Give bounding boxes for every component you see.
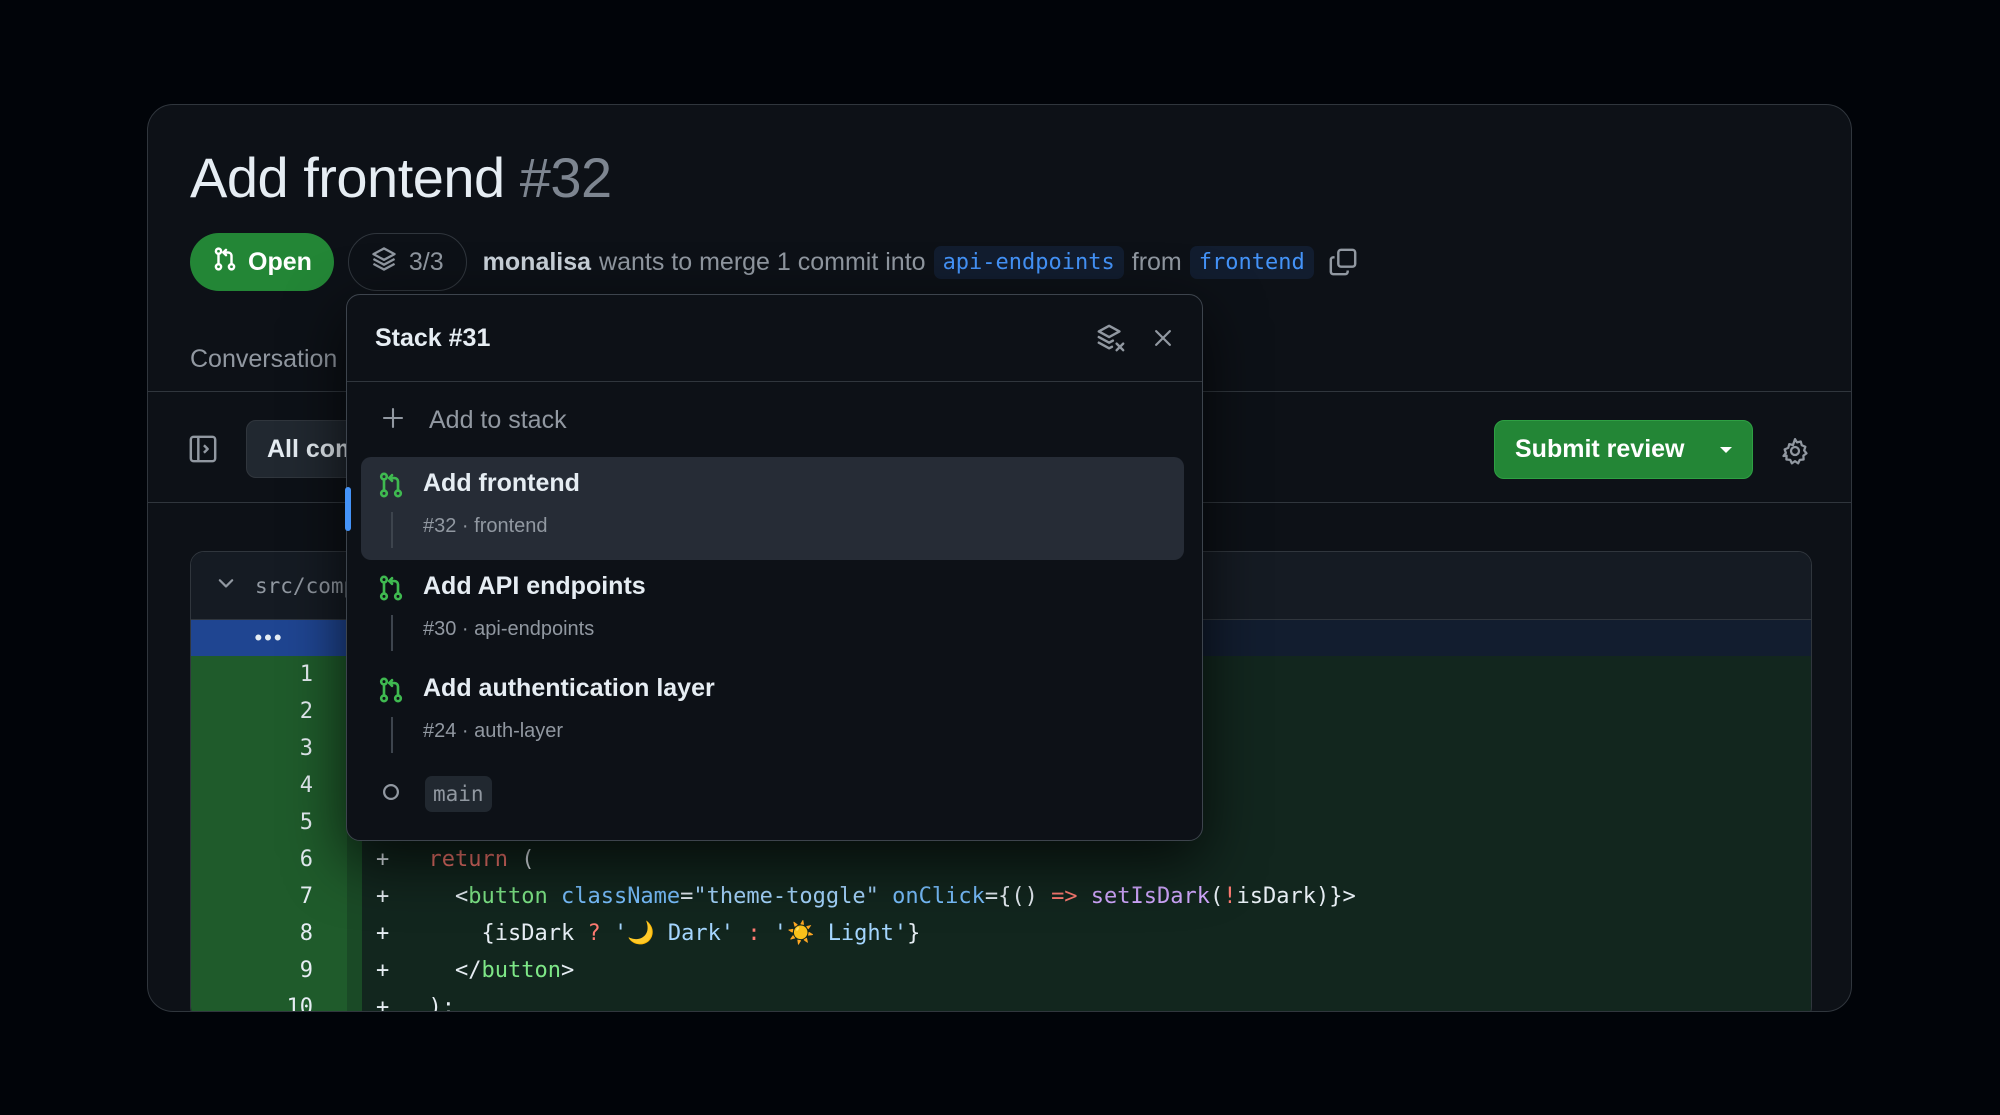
code-line: 9 + </button> (191, 952, 1811, 989)
copy-icon[interactable] (1328, 247, 1358, 277)
stack-item-title: Add authentication layer (423, 674, 715, 702)
chevron-down-icon[interactable] (1700, 421, 1752, 478)
diff-sign: + (376, 884, 390, 909)
expand-hunk-button[interactable]: ••• (191, 620, 347, 656)
submit-review-button[interactable]: Submit review (1495, 421, 1700, 478)
status-badge: Open (190, 233, 334, 291)
diff-sign: + (376, 921, 390, 946)
stack-item-add-api-endpoints[interactable]: Add API endpoints #30 · api-endpoints (361, 560, 1184, 663)
line-number[interactable]: 10 (191, 989, 347, 1011)
git-pull-request-icon (377, 471, 405, 504)
plus-icon (381, 406, 405, 435)
diff-sign: + (376, 958, 390, 983)
stack-connector (391, 615, 393, 651)
git-pull-request-icon (377, 676, 405, 709)
pr-number: #32 (519, 146, 612, 209)
line-number[interactable]: 2 (191, 693, 347, 730)
git-pull-request-icon (212, 246, 238, 279)
stack-item-add-frontend[interactable]: Add frontend #32 · frontend (361, 457, 1184, 560)
stack-base-branch: main (381, 773, 492, 815)
code-text: {isDark ? '🌙 Dark' : '☀️ Light'} (481, 921, 921, 946)
stack-item-title: Add API endpoints (423, 572, 646, 600)
popover-title: Stack #31 (375, 323, 491, 352)
stack-remove-icon[interactable] (1096, 323, 1126, 353)
chevron-down-icon[interactable] (215, 572, 237, 599)
code-line: 6 + return ( (191, 841, 1811, 878)
line-number[interactable]: 5 (191, 804, 347, 841)
code-line: 7 + <button className="theme-toggle" onC… (191, 878, 1811, 915)
tab-conversation[interactable]: Conversation (190, 345, 337, 374)
git-pull-request-icon (377, 574, 405, 607)
stack-position: 3/3 (408, 247, 444, 276)
pr-state-row: Open 3/3 monalisa wants to merge 1 commi… (190, 233, 1358, 291)
stack-item-meta: #30 · api-endpoints (423, 618, 595, 640)
circle-icon (381, 782, 401, 807)
code-text: return ( (428, 847, 535, 872)
stack-connector (391, 717, 393, 753)
head-branch-label[interactable]: frontend (1189, 245, 1314, 279)
base-branch-label[interactable]: api-endpoints (933, 245, 1124, 279)
popover-header: Stack #31 (347, 295, 1202, 382)
diff-sign: + (376, 995, 390, 1012)
stack-item-add-authentication-layer[interactable]: Add authentication layer #24 · auth-laye… (361, 662, 1184, 765)
stack-item-meta: #24 · auth-layer (423, 720, 564, 742)
line-number[interactable]: 4 (191, 767, 347, 804)
line-number[interactable]: 1 (191, 656, 347, 693)
gear-icon[interactable] (1780, 436, 1810, 471)
merge-description: monalisa wants to merge 1 commit into ap… (483, 245, 1358, 279)
merge-text: wants to merge 1 commit into (599, 247, 926, 276)
stack-popover: Stack #31 Add to stack Add frontend #32 … (345, 294, 1203, 841)
stack-connector (391, 512, 393, 548)
code-line: 10 + ); (191, 989, 1811, 1012)
stack-item-title: Add frontend (423, 469, 580, 497)
pr-title: Add frontend (190, 146, 505, 209)
code-text: </button> (454, 958, 575, 983)
status-label: Open (248, 247, 312, 276)
line-number[interactable]: 7 (191, 878, 347, 915)
line-number[interactable]: 6 (191, 841, 347, 878)
diff-sign: + (376, 847, 390, 872)
merge-text-from: from (1131, 247, 1182, 276)
code-text: <button className="theme-toggle" onClick… (454, 884, 1356, 909)
stack-icon (371, 246, 397, 279)
base-branch-name: main (425, 776, 492, 812)
line-number[interactable]: 8 (191, 915, 347, 952)
code-line: 8 + {isDark ? '🌙 Dark' : '☀️ Light'} (191, 915, 1811, 952)
author-link[interactable]: monalisa (483, 248, 591, 277)
stack-item-meta: #32 · frontend (423, 515, 548, 537)
active-item-indicator (345, 487, 351, 531)
sidebar-expand-icon[interactable] (188, 434, 218, 469)
submit-review-group: Submit review (1494, 420, 1753, 479)
close-icon[interactable] (1152, 327, 1174, 349)
page-title: Add frontend #32 (190, 145, 612, 210)
add-to-stack-button[interactable]: Add to stack (347, 395, 1202, 445)
code-text: ); (428, 995, 456, 1012)
line-number[interactable]: 9 (191, 952, 347, 989)
add-to-stack-label: Add to stack (429, 405, 567, 434)
line-number[interactable]: 3 (191, 730, 347, 767)
stack-button[interactable]: 3/3 (347, 233, 467, 291)
